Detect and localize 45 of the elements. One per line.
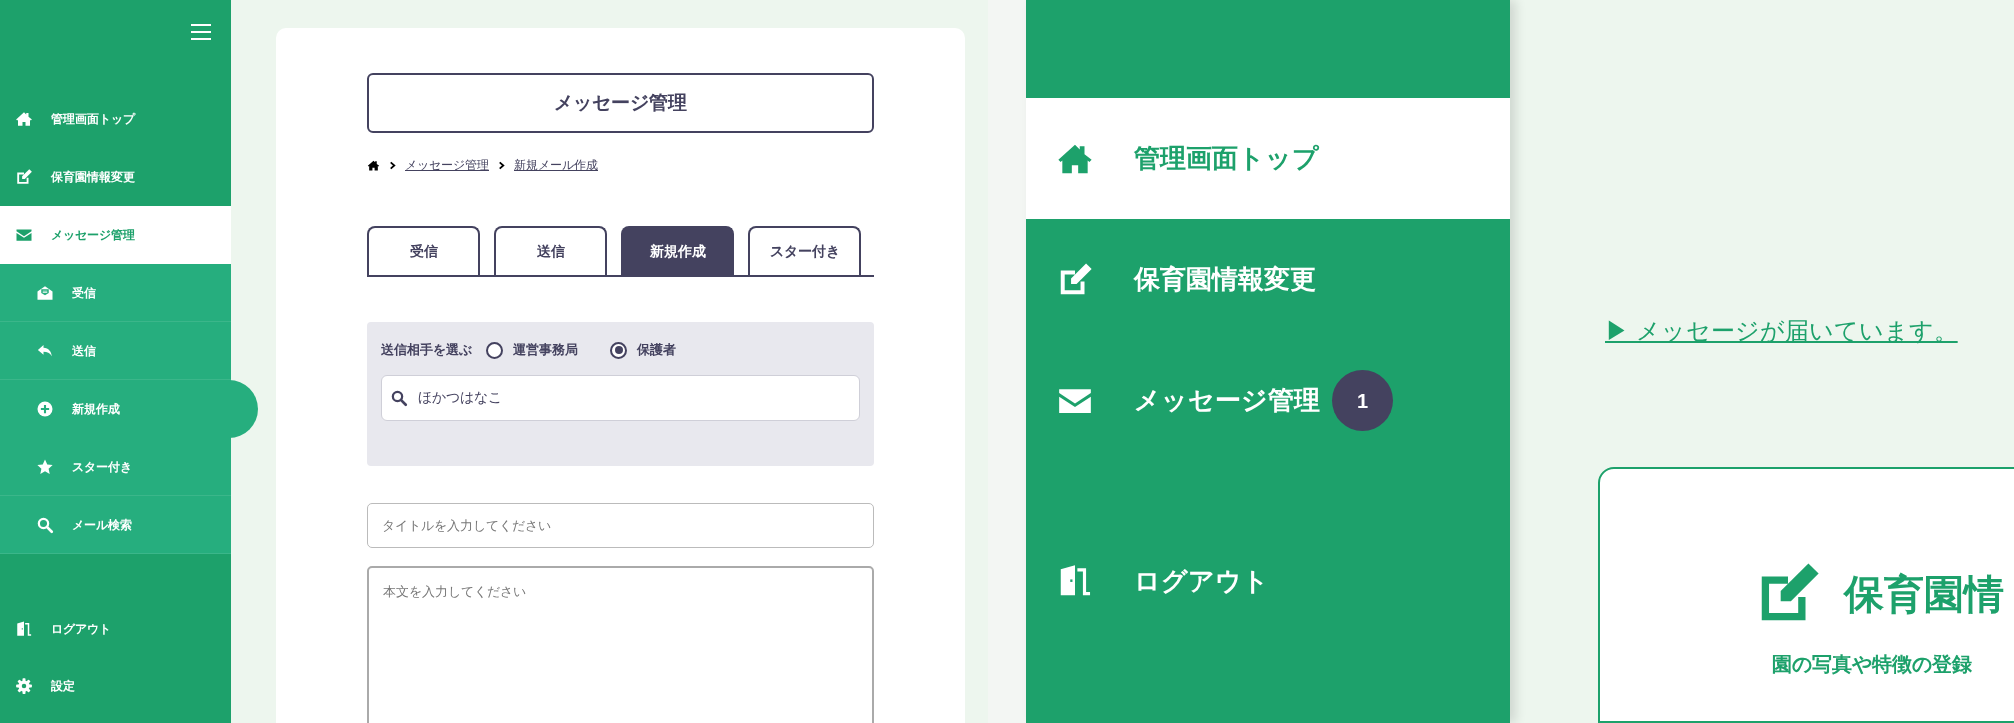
card-subtitle: 園の写真や特徴の登録 <box>1772 652 1973 677</box>
title-field[interactable]: タイトルを入力してください <box>367 503 874 548</box>
plus-circle-icon <box>36 399 54 418</box>
sidebar-item[interactable]: ログアウト <box>0 600 231 657</box>
home-icon <box>367 158 380 172</box>
notice-link[interactable]: ▶ メッセージが届いています。 <box>1605 313 1958 349</box>
sidebar-item[interactable]: ログアウト <box>1026 551 1510 611</box>
sidebar-item-label: 管理画面トップ <box>1134 142 1319 175</box>
sidebar-item[interactable]: 保育園情報変更 <box>1026 219 1510 340</box>
submenu-item[interactable]: スター付き <box>0 438 231 496</box>
tab[interactable]: スター付き <box>748 226 861 275</box>
search-field[interactable]: ほかつはなこ <box>381 375 860 421</box>
radio-option[interactable]: 保護者 <box>610 340 676 360</box>
sidebar-item-label: ログアウト <box>1134 564 1269 598</box>
sidebar-item-label: 保育園情報変更 <box>1134 263 1316 296</box>
message-field[interactable]: 本文を入力してください <box>367 566 874 723</box>
search-icon <box>36 515 54 534</box>
tab[interactable]: 受信 <box>367 226 480 275</box>
chevron-right-icon <box>388 160 397 170</box>
sidebar-item[interactable]: 設定 <box>0 657 231 714</box>
submenu-item[interactable]: 受信 <box>0 264 231 322</box>
breadcrumb-link[interactable]: メッセージ管理 <box>405 156 489 174</box>
gear-icon <box>15 676 33 695</box>
sidebar-item[interactable]: 保育園情報変更 <box>0 148 231 206</box>
unread-badge: 1 <box>1332 370 1393 431</box>
menu-icon[interactable] <box>191 22 211 42</box>
envelope-icon <box>15 226 33 244</box>
chevron-right-icon <box>497 160 506 170</box>
sidebar-item-label: メッセージ管理 <box>1134 384 1320 417</box>
card-title: 保育園情 <box>1844 571 2004 618</box>
sidebar-item[interactable]: 管理画面トップ <box>0 90 231 148</box>
radio-option[interactable]: 運営事務局 <box>486 340 578 360</box>
tab[interactable]: 送信 <box>494 226 607 275</box>
breadcrumb-link[interactable]: 新規メール作成 <box>514 156 598 174</box>
sidebar-item[interactable]: メッセージ管理 <box>0 206 231 264</box>
sidebar-item[interactable]: メッセージ管理 1 <box>1026 340 1510 461</box>
sidebar-item[interactable]: 管理画面トップ <box>1026 98 1510 219</box>
submenu-item[interactable]: メール検索 <box>0 496 231 554</box>
page-title: メッセージ管理 <box>367 73 874 133</box>
home-icon <box>15 110 33 128</box>
recipient-label: 送信相手を選ぶ <box>381 341 472 360</box>
tab[interactable]: 新規作成 <box>621 226 734 275</box>
edit-icon <box>15 168 33 186</box>
door-icon <box>15 619 33 638</box>
search-icon <box>390 389 408 407</box>
